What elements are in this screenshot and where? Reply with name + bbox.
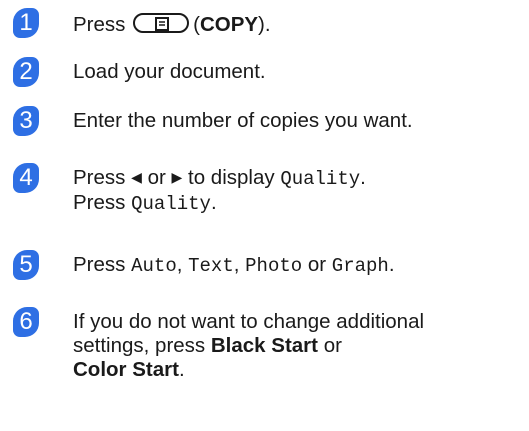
step-text: If you do not want to change additional … (73, 310, 425, 381)
quality-option: Quality (131, 193, 211, 215)
step-text: Load your document. (73, 60, 266, 83)
graph-option: Graph (331, 255, 389, 277)
press-word: Press (73, 13, 126, 36)
copy-label: COPY (199, 13, 259, 36)
color-start-label: Color Start (73, 358, 179, 381)
black-start-label: Black Start (210, 334, 318, 357)
text-option: Text (188, 255, 234, 277)
step-text: Press ◀ or ▶ to display Quality. Press Q… (73, 166, 366, 215)
step-number: 3 (13, 106, 39, 136)
right-arrow-icon: ▶ (171, 169, 183, 185)
step-text: Enter the number of copies you want. (73, 109, 413, 132)
quality-option: Quality (280, 168, 361, 190)
step-number: 1 (13, 8, 39, 38)
copy-key-icon (133, 13, 190, 33)
step-number: 5 (13, 250, 39, 280)
step-number: 4 (13, 163, 39, 193)
step-number: 2 (13, 57, 39, 87)
step-text: Press (COPY). (73, 13, 271, 36)
auto-option: Auto (131, 255, 177, 277)
step-text: Press Auto, Text, Photo or Graph. (73, 253, 395, 277)
photo-option: Photo (245, 255, 303, 277)
step-number: 6 (13, 307, 39, 337)
left-arrow-icon: ◀ (131, 169, 142, 185)
